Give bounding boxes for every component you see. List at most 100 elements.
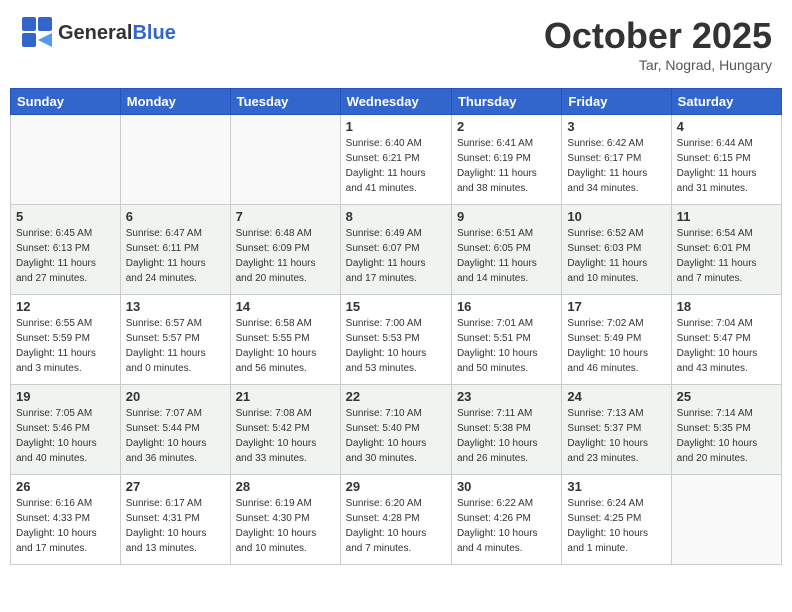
- month-title: October 2025: [544, 15, 772, 57]
- calendar-cell: 9 Sunrise: 6:51 AM Sunset: 6:05 PM Daylig…: [451, 205, 561, 295]
- day-number: 27: [126, 479, 225, 494]
- day-info: Sunrise: 6:16 AM Sunset: 4:33 PM Dayligh…: [16, 496, 115, 556]
- calendar-week-row: 5Sunrise: 6:45 AM Sunset: 6:13 PM Daylig…: [11, 205, 782, 295]
- calendar-cell: 5Sunrise: 6:45 AM Sunset: 6:13 PM Daylig…: [11, 205, 121, 295]
- calendar-cell: 16Sunrise: 7:01 AM Sunset: 5:51 PM Dayli…: [451, 295, 561, 385]
- calendar-week-row: 12 Sunrise: 6:55 AM Sunset: 5:59 PM Dayli…: [11, 295, 782, 385]
- calendar-cell: 22Sunrise: 7:10 AM Sunset: 5:40 PM Dayli…: [340, 385, 451, 475]
- calendar-cell: 24 Sunrise: 7:13 AM Sunset: 5:37 PM Dayli…: [562, 385, 671, 475]
- calendar-cell: 14 Sunrise: 6:58 AM Sunset: 5:55 PM Dayli…: [230, 295, 340, 385]
- day-info: Sunrise: 6:58 AM Sunset: 5:55 PM Dayligh…: [236, 316, 335, 376]
- day-number: 23: [457, 389, 556, 404]
- day-info: Sunrise: 7:05 AM Sunset: 5:46 PM Dayligh…: [16, 406, 115, 466]
- calendar-cell: 23 Sunrise: 7:11 AM Sunset: 5:38 PM Dayli…: [451, 385, 561, 475]
- day-info: Sunrise: 7:04 AM Sunset: 5:47 PM Dayligh…: [677, 316, 776, 376]
- calendar-cell: 31 Sunrise: 6:24 AM Sunset: 4:25 PM Dayli…: [562, 475, 671, 565]
- day-number: 6: [126, 209, 225, 224]
- calendar-cell: [230, 115, 340, 205]
- day-number: 13: [126, 299, 225, 314]
- day-info: Sunrise: 6:17 AM Sunset: 4:31 PM Dayligh…: [126, 496, 225, 556]
- calendar-cell: 21 Sunrise: 7:08 AM Sunset: 5:42 PM Dayli…: [230, 385, 340, 475]
- day-info: Sunrise: 7:07 AM Sunset: 5:44 PM Dayligh…: [126, 406, 225, 466]
- day-info: Sunrise: 7:00 AM Sunset: 5:53 PM Dayligh…: [346, 316, 446, 376]
- calendar-cell: 26 Sunrise: 6:16 AM Sunset: 4:33 PM Dayli…: [11, 475, 121, 565]
- day-number: 12: [16, 299, 115, 314]
- day-info: Sunrise: 6:20 AM Sunset: 4:28 PM Dayligh…: [346, 496, 446, 556]
- day-number: 2: [457, 119, 556, 134]
- day-info: Sunrise: 6:52 AM Sunset: 6:03 PM Dayligh…: [567, 226, 665, 286]
- calendar-week-row: 19 Sunrise: 7:05 AM Sunset: 5:46 PM Dayli…: [11, 385, 782, 475]
- weekday-header-wednesday: Wednesday: [340, 89, 451, 115]
- day-number: 4: [677, 119, 776, 134]
- calendar-cell: 11 Sunrise: 6:54 AM Sunset: 6:01 PM Dayli…: [671, 205, 781, 295]
- day-number: 15: [346, 299, 446, 314]
- calendar-week-row: 26 Sunrise: 6:16 AM Sunset: 4:33 PM Dayli…: [11, 475, 782, 565]
- logo-icon: [20, 15, 56, 51]
- calendar-cell: 2 Sunrise: 6:41 AM Sunset: 6:19 PM Daylig…: [451, 115, 561, 205]
- logo-general: General: [58, 22, 132, 44]
- weekday-header-saturday: Saturday: [671, 89, 781, 115]
- day-number: 26: [16, 479, 115, 494]
- day-number: 1: [346, 119, 446, 134]
- day-info: Sunrise: 6:47 AM Sunset: 6:11 PM Dayligh…: [126, 226, 225, 286]
- day-number: 19: [16, 389, 115, 404]
- day-number: 21: [236, 389, 335, 404]
- page-header: GeneralBlue October 2025 Tar, Nograd, Hu…: [10, 10, 782, 78]
- day-info: Sunrise: 6:54 AM Sunset: 6:01 PM Dayligh…: [677, 226, 776, 286]
- day-info: Sunrise: 6:41 AM Sunset: 6:19 PM Dayligh…: [457, 136, 556, 196]
- day-number: 31: [567, 479, 665, 494]
- calendar-cell: 15 Sunrise: 7:00 AM Sunset: 5:53 PM Dayli…: [340, 295, 451, 385]
- day-number: 11: [677, 209, 776, 224]
- day-number: 10: [567, 209, 665, 224]
- day-info: Sunrise: 6:48 AM Sunset: 6:09 PM Dayligh…: [236, 226, 335, 286]
- day-info: Sunrise: 6:57 AM Sunset: 5:57 PM Dayligh…: [126, 316, 225, 376]
- calendar-cell: 6 Sunrise: 6:47 AM Sunset: 6:11 PM Daylig…: [120, 205, 230, 295]
- calendar-cell: 8Sunrise: 6:49 AM Sunset: 6:07 PM Daylig…: [340, 205, 451, 295]
- day-number: 14: [236, 299, 335, 314]
- day-number: 20: [126, 389, 225, 404]
- day-number: 7: [236, 209, 335, 224]
- day-info: Sunrise: 6:19 AM Sunset: 4:30 PM Dayligh…: [236, 496, 335, 556]
- weekday-header-sunday: Sunday: [11, 89, 121, 115]
- calendar-cell: 3 Sunrise: 6:42 AM Sunset: 6:17 PM Daylig…: [562, 115, 671, 205]
- day-number: 18: [677, 299, 776, 314]
- calendar-cell: 28 Sunrise: 6:19 AM Sunset: 4:30 PM Dayli…: [230, 475, 340, 565]
- calendar-week-row: 1Sunrise: 6:40 AM Sunset: 6:21 PM Daylig…: [11, 115, 782, 205]
- day-number: 17: [567, 299, 665, 314]
- weekday-header-row: SundayMondayTuesdayWednesdayThursdayFrid…: [11, 89, 782, 115]
- logo-blue: Blue: [132, 22, 175, 44]
- calendar-cell: 7 Sunrise: 6:48 AM Sunset: 6:09 PM Daylig…: [230, 205, 340, 295]
- day-number: 22: [346, 389, 446, 404]
- day-number: 24: [567, 389, 665, 404]
- day-info: Sunrise: 6:24 AM Sunset: 4:25 PM Dayligh…: [567, 496, 665, 556]
- day-info: Sunrise: 7:08 AM Sunset: 5:42 PM Dayligh…: [236, 406, 335, 466]
- title-section: October 2025 Tar, Nograd, Hungary: [544, 15, 772, 73]
- day-info: Sunrise: 6:55 AM Sunset: 5:59 PM Dayligh…: [16, 316, 115, 376]
- day-number: 3: [567, 119, 665, 134]
- calendar-cell: 30Sunrise: 6:22 AM Sunset: 4:26 PM Dayli…: [451, 475, 561, 565]
- calendar-cell: [11, 115, 121, 205]
- day-info: Sunrise: 6:22 AM Sunset: 4:26 PM Dayligh…: [457, 496, 556, 556]
- calendar-cell: 4 Sunrise: 6:44 AM Sunset: 6:15 PM Daylig…: [671, 115, 781, 205]
- day-info: Sunrise: 6:44 AM Sunset: 6:15 PM Dayligh…: [677, 136, 776, 196]
- calendar-cell: 18 Sunrise: 7:04 AM Sunset: 5:47 PM Dayli…: [671, 295, 781, 385]
- calendar-cell: 27 Sunrise: 6:17 AM Sunset: 4:31 PM Dayli…: [120, 475, 230, 565]
- day-info: Sunrise: 7:02 AM Sunset: 5:49 PM Dayligh…: [567, 316, 665, 376]
- day-number: 5: [16, 209, 115, 224]
- day-number: 8: [346, 209, 446, 224]
- logo: GeneralBlue: [20, 15, 176, 51]
- day-info: Sunrise: 6:51 AM Sunset: 6:05 PM Dayligh…: [457, 226, 556, 286]
- calendar-cell: 25Sunrise: 7:14 AM Sunset: 5:35 PM Dayli…: [671, 385, 781, 475]
- day-info: Sunrise: 7:13 AM Sunset: 5:37 PM Dayligh…: [567, 406, 665, 466]
- day-info: Sunrise: 7:11 AM Sunset: 5:38 PM Dayligh…: [457, 406, 556, 466]
- calendar-cell: 12 Sunrise: 6:55 AM Sunset: 5:59 PM Dayli…: [11, 295, 121, 385]
- weekday-header-monday: Monday: [120, 89, 230, 115]
- calendar-table: SundayMondayTuesdayWednesdayThursdayFrid…: [10, 88, 782, 565]
- day-number: 25: [677, 389, 776, 404]
- weekday-header-thursday: Thursday: [451, 89, 561, 115]
- day-info: Sunrise: 6:42 AM Sunset: 6:17 PM Dayligh…: [567, 136, 665, 196]
- day-number: 9: [457, 209, 556, 224]
- day-number: 28: [236, 479, 335, 494]
- calendar-cell: 17 Sunrise: 7:02 AM Sunset: 5:49 PM Dayli…: [562, 295, 671, 385]
- calendar-cell: 10 Sunrise: 6:52 AM Sunset: 6:03 PM Dayli…: [562, 205, 671, 295]
